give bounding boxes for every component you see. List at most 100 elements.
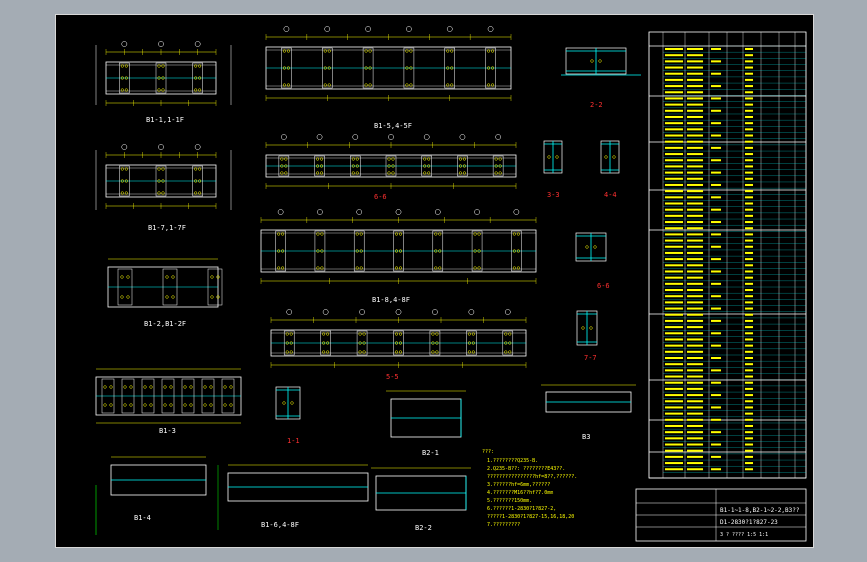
- table-cell-text: [687, 251, 703, 254]
- bolt-hole: [581, 326, 585, 330]
- table-cell-text: [745, 183, 753, 186]
- part-callout: [121, 41, 128, 47]
- table-cell-text: [711, 332, 721, 335]
- table-cell-text: [711, 381, 721, 384]
- part-callout: [281, 134, 287, 140]
- cad-viewport[interactable]: B1-1,1-1F B1-5,4-5F B1-7,1-7F 6-6 B1-2,B…: [0, 0, 867, 562]
- view-title-6-6a: 6-6: [374, 193, 387, 201]
- table-cell-text: [687, 394, 703, 397]
- table-cell-text: [745, 276, 753, 279]
- table-cell-text: [665, 443, 683, 446]
- table-cell-text: [687, 115, 703, 118]
- table-cell-text: [665, 109, 683, 112]
- table-cell-text: [745, 424, 753, 427]
- table-cell-text: [665, 258, 683, 261]
- table-cell-text: [687, 214, 703, 217]
- bolt-hole: [589, 326, 593, 330]
- table-cell-text: [665, 159, 683, 162]
- table-cell-text: [745, 344, 753, 347]
- table-cell-text: [665, 221, 683, 224]
- table-cell-text: [745, 289, 753, 292]
- bolt-hole: [209, 403, 213, 407]
- table-cell-text: [711, 406, 721, 409]
- table-cell-text: [687, 227, 703, 230]
- part-callout: [352, 134, 359, 140]
- part-callout: [395, 209, 402, 215]
- table-cell-text: [687, 462, 703, 465]
- bolt-hole: [143, 385, 147, 389]
- table-cell-text: [665, 122, 683, 125]
- table-cell-text: [665, 78, 683, 81]
- table-cell-text: [687, 455, 703, 458]
- table-cell-text: [745, 165, 753, 168]
- bolt-hole: [165, 295, 169, 299]
- table-cell-text: [665, 326, 683, 329]
- table-cell-text: [665, 418, 683, 421]
- table-cell-text: [665, 239, 683, 242]
- table-cell-text: [687, 369, 703, 372]
- table-cell-text: [711, 270, 721, 273]
- table-cell-text: [745, 369, 753, 372]
- table-cell-text: [711, 344, 721, 347]
- table-cell-text: [745, 91, 753, 94]
- view-title-b3: B3: [582, 433, 590, 441]
- bolt-hole: [203, 403, 207, 407]
- table-cell-text: [745, 468, 753, 471]
- table-cell-text: [745, 412, 753, 415]
- table-cell-text: [745, 233, 753, 236]
- bolt-hole: [604, 155, 608, 159]
- table-cell-text: [745, 177, 753, 180]
- table-cell-text: [665, 313, 683, 316]
- table-cell-text: [687, 196, 703, 199]
- table-cell-text: [687, 289, 703, 292]
- part-callout: [317, 209, 323, 215]
- view-title-b1-2: B1-2,B1-2F: [144, 320, 186, 328]
- table-cell-text: [711, 146, 721, 149]
- table-cell-text: [745, 258, 753, 261]
- table-cell-text: [745, 282, 753, 285]
- view-title-b2-2: B2-2: [415, 524, 432, 532]
- table-cell-text: [665, 301, 683, 304]
- view-title-b1-5: B1-5,4-5F: [374, 122, 412, 130]
- table-cell-text: [711, 171, 721, 174]
- view-title-b1-7: B1-7,1-7F: [148, 224, 186, 232]
- table-cell-text: [745, 54, 753, 57]
- table-cell-text: [665, 85, 683, 88]
- section-title-5-5: 5-5: [386, 373, 399, 381]
- bolt-hole: [590, 59, 594, 63]
- bolt-hole: [129, 403, 133, 407]
- part-callout: [359, 309, 365, 315]
- table-cell-text: [665, 190, 683, 193]
- part-callout: [283, 26, 290, 32]
- table-cell-text: [745, 443, 753, 446]
- part-callout: [121, 144, 128, 150]
- table-cell-text: [745, 97, 753, 100]
- note-line: ????????????????hf=8??,??????.: [487, 474, 577, 480]
- table-cell-text: [687, 233, 703, 236]
- table-cell-text: [745, 400, 753, 403]
- part-callout: [459, 134, 466, 140]
- table-cell-text: [665, 60, 683, 63]
- table-cell-text: [745, 338, 753, 341]
- table-cell-text: [665, 66, 683, 69]
- view-title-b1-6f: B1-6,4-8F: [261, 521, 299, 529]
- table-cell-text: [687, 357, 703, 359]
- part-callout: [446, 26, 453, 32]
- bolt-hole: [169, 385, 173, 389]
- bolt-hole: [120, 275, 124, 279]
- table-cell-text: [665, 214, 683, 217]
- table-cell-text: [711, 258, 721, 261]
- table-cell-text: [687, 344, 703, 347]
- table-cell-text: [745, 319, 753, 322]
- table-cell-text: [665, 202, 683, 205]
- bolt-hole: [126, 295, 130, 299]
- note-line: 7.?????????: [487, 522, 520, 528]
- part-callout: [423, 134, 430, 140]
- table-cell-text: [711, 72, 721, 75]
- part-callout: [513, 209, 520, 215]
- table-cell-text: [687, 381, 703, 384]
- bolt-hole: [103, 385, 107, 389]
- table-cell-text: [665, 245, 683, 248]
- part-callout: [388, 134, 394, 140]
- bolt-hole: [189, 385, 193, 389]
